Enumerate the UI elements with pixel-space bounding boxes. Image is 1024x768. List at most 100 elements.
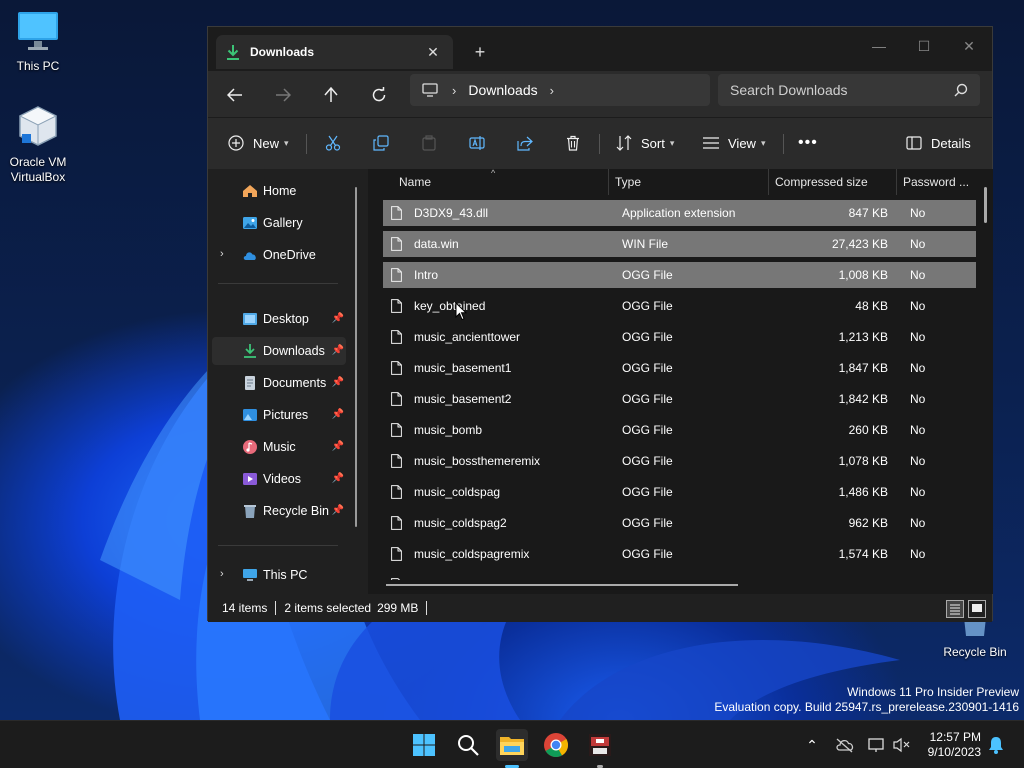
volume-tray[interactable] (890, 729, 914, 761)
arrow-up-icon (324, 87, 338, 102)
table-row[interactable]: music_ancienttower OGG File 1,213 KB No (383, 324, 976, 350)
pin-icon: 📌 (331, 505, 344, 516)
more-options-button[interactable]: ••• (798, 128, 818, 158)
details-view-button[interactable] (946, 600, 964, 618)
breadcrumb-downloads[interactable]: Downloads (468, 82, 537, 98)
maximize-button[interactable]: ☐ (901, 32, 947, 60)
sidebar-item-downloads[interactable]: Downloads 📌 (212, 337, 346, 365)
share-button[interactable] (517, 128, 533, 158)
sidebar-item-gallery[interactable]: Gallery (212, 209, 346, 237)
sidebar-item-videos[interactable]: Videos 📌 (212, 465, 346, 493)
search-input[interactable] (730, 82, 954, 98)
file-password: No (910, 268, 926, 282)
chevron-right-icon[interactable]: › (220, 568, 224, 580)
table-row[interactable]: music_coldspag OGG File 1,486 KB No (383, 479, 976, 505)
table-row-partial[interactable] (383, 572, 976, 580)
desktop-icon-this-pc[interactable]: This PC (0, 10, 76, 74)
new-tab-button[interactable]: + (468, 41, 492, 63)
rename-button[interactable] (469, 128, 485, 158)
mouse-cursor-icon (455, 302, 467, 321)
taskbar-chrome[interactable] (540, 729, 572, 761)
cut-button[interactable] (325, 128, 341, 158)
table-row[interactable]: data.win WIN File 27,423 KB No (383, 231, 976, 257)
file-compressed-size: 1,842 KB (838, 392, 888, 406)
new-button[interactable]: New ▾ (228, 128, 289, 158)
pin-icon: 📌 (331, 377, 344, 388)
column-header-password[interactable]: Password ... (897, 169, 977, 195)
desktop-icon-virtualbox[interactable]: Oracle VM VirtualBox (0, 104, 76, 185)
file-icon (391, 547, 402, 561)
copy-button[interactable] (373, 128, 389, 158)
search-icon[interactable] (954, 83, 968, 97)
table-row[interactable]: music_basement2 OGG File 1,842 KB No (383, 386, 976, 412)
notifications-button[interactable] (984, 729, 1008, 761)
tab-downloads[interactable]: Downloads ✕ (216, 35, 453, 69)
sidebar-item-onedrive[interactable]: › OneDrive (212, 241, 346, 269)
column-header-compressed-size[interactable]: Compressed size (769, 169, 897, 195)
file-type: OGG File (622, 423, 673, 437)
delete-button[interactable] (565, 128, 581, 158)
table-row[interactable]: music_bossthemeremix OGG File 1,078 KB No (383, 448, 976, 474)
table-row[interactable]: music_bomb OGG File 260 KB No (383, 417, 976, 443)
details-pane-button[interactable]: Details (906, 128, 971, 158)
system-clock[interactable]: 12:57 PM 9/10/2023 (928, 730, 981, 760)
start-button[interactable] (408, 729, 440, 761)
taskbar-game-app[interactable] (584, 729, 616, 761)
search-button[interactable] (452, 729, 484, 761)
address-bar[interactable]: › Downloads › (410, 74, 710, 106)
sort-button[interactable]: Sort ▾ (616, 128, 674, 158)
file-password: No (910, 237, 926, 251)
sidebar-item-documents[interactable]: Documents 📌 (212, 369, 346, 397)
column-name-label: Name (399, 175, 432, 189)
sidebar-item-pictures[interactable]: Pictures 📌 (212, 401, 346, 429)
refresh-button[interactable] (363, 79, 395, 111)
minimize-button[interactable]: — (856, 32, 902, 60)
table-row[interactable]: D3DX9_43.dll Application extension 847 KB N… (383, 200, 976, 226)
column-header-name[interactable]: Name ^ (393, 168, 609, 195)
network-tray[interactable] (864, 729, 890, 761)
view-label: View (728, 135, 756, 151)
sidebar-item-home[interactable]: Home (212, 177, 346, 205)
chevron-right-icon[interactable]: › (220, 248, 224, 260)
file-icon (391, 454, 402, 468)
file-icon (391, 299, 402, 313)
close-window-button[interactable]: ✕ (946, 32, 992, 60)
toolbar-divider (306, 134, 307, 154)
table-row[interactable]: music_coldspagremix OGG File 1,574 KB No (383, 541, 976, 567)
volume-muted-icon (893, 737, 910, 753)
up-button[interactable] (315, 79, 347, 111)
table-row[interactable]: Intro OGG File 1,008 KB No (383, 262, 976, 288)
table-row[interactable]: music_coldspag2 OGG File 962 KB No (383, 510, 976, 536)
column-header-type[interactable]: Type (609, 169, 769, 195)
close-tab-icon[interactable]: ✕ (423, 42, 443, 62)
cloud-icon (243, 252, 256, 260)
sidebar-item-recycle-bin[interactable]: Recycle Bin 📌 (212, 497, 346, 525)
chevron-down-icon: ▾ (284, 137, 289, 148)
paste-button[interactable] (421, 128, 437, 158)
sidebar-scrollbar[interactable] (355, 187, 357, 527)
watermark-build: Evaluation copy. Build 25947.rs_prerelea… (714, 700, 1019, 714)
tiles-view-button[interactable] (968, 600, 986, 618)
table-row[interactable]: key_obtained OGG File 48 KB No (383, 293, 976, 319)
chevron-down-icon: ▾ (669, 137, 675, 148)
horizontal-scrollbar[interactable] (386, 584, 738, 586)
computer-icon (243, 569, 257, 581)
sidebar-item-music[interactable]: Music 📌 (212, 433, 346, 461)
table-row[interactable]: music_basement1 OGG File 1,847 KB No (383, 355, 976, 381)
item-count: 14 items (222, 601, 268, 615)
windows-logo-icon (413, 734, 435, 756)
chevron-right-icon[interactable]: › (550, 83, 554, 98)
taskbar-file-explorer[interactable] (496, 729, 528, 761)
column-type-label: Type (615, 175, 642, 189)
vertical-scrollbar[interactable] (984, 187, 987, 223)
onedrive-tray[interactable] (832, 729, 858, 761)
sidebar-item-desktop[interactable]: Desktop 📌 (212, 305, 346, 333)
show-hidden-icons-button[interactable]: ⌃ (798, 729, 826, 761)
sidebar-item-label: Pictures (263, 408, 309, 422)
arrow-right-icon (276, 88, 291, 102)
sidebar-item-this-pc[interactable]: › This PC (212, 561, 346, 589)
back-button[interactable] (219, 79, 251, 111)
view-button[interactable]: View ▾ (703, 128, 765, 158)
file-compressed-size: 1,213 KB (838, 330, 888, 344)
forward-button[interactable] (267, 79, 299, 111)
